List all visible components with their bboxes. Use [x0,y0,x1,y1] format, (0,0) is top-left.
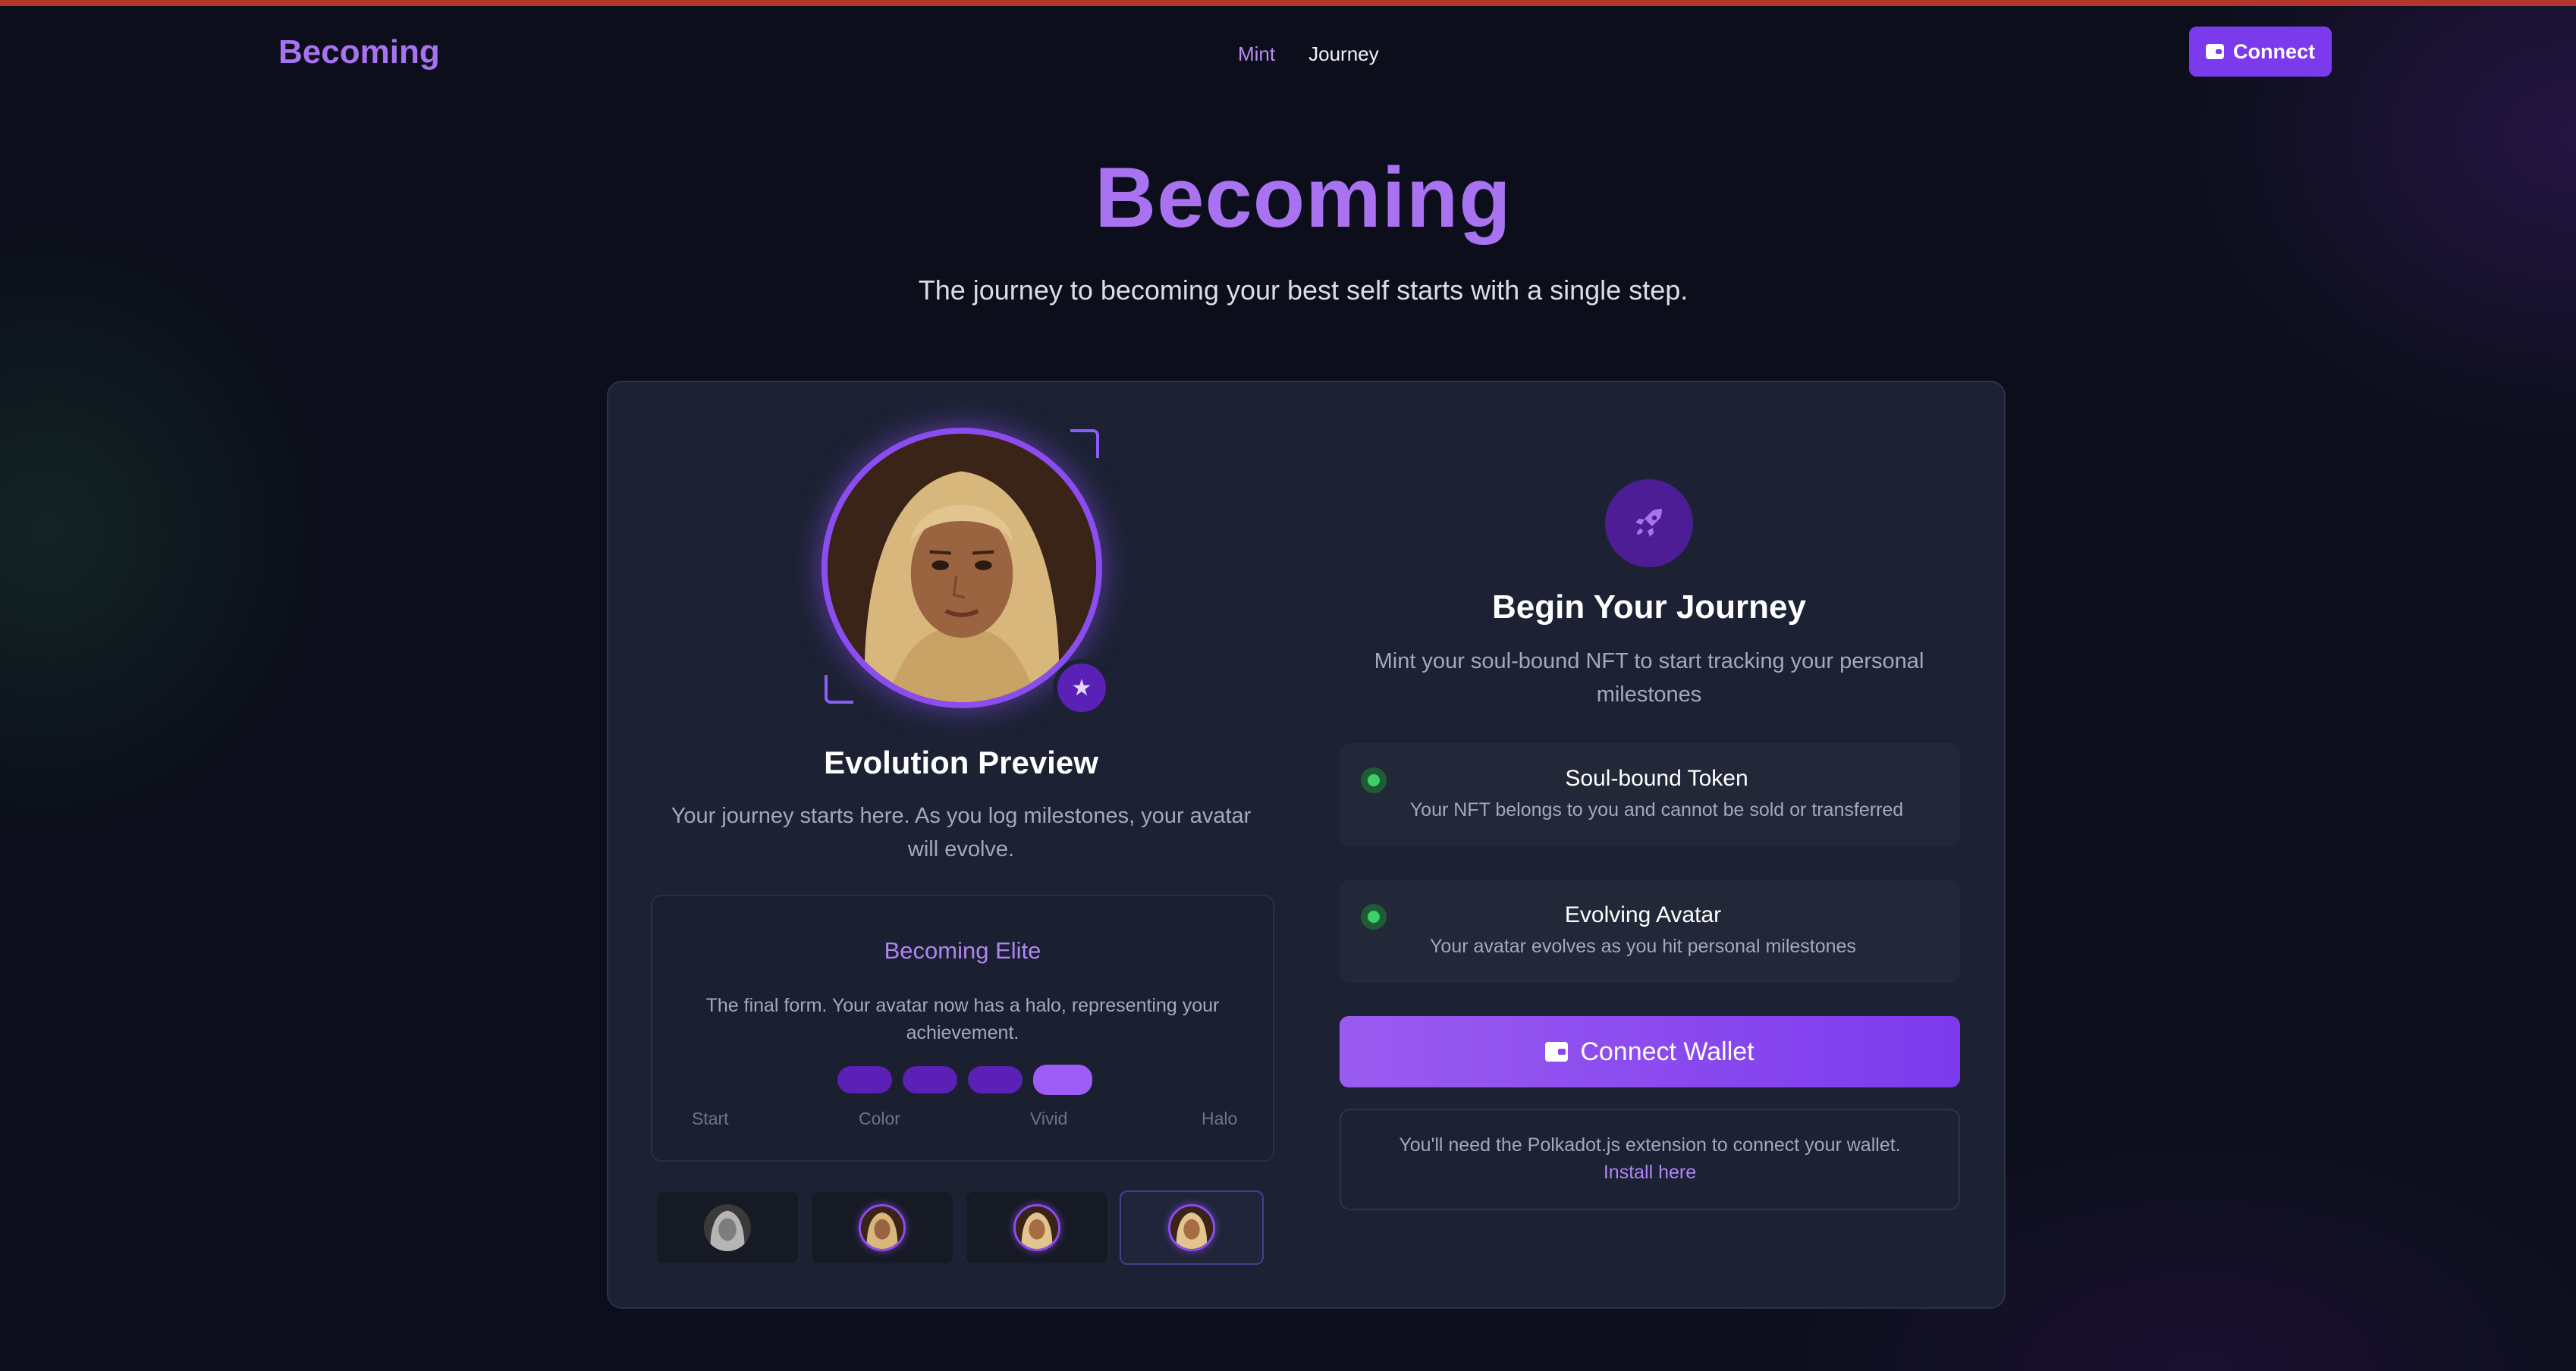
avatar-thumbnail [704,1204,751,1251]
extension-note: You'll need the Polkadot.js extension to… [1340,1109,1960,1210]
progress-pill-current [1033,1065,1092,1095]
thumbnail-vivid[interactable] [965,1191,1109,1265]
connect-wallet-button[interactable]: Connect Wallet [1340,1016,1960,1087]
avatar-thumbnail [1168,1204,1215,1251]
stage-label-start: Start [692,1109,729,1128]
feature-title: Soul-bound Token [1565,766,1748,791]
install-link[interactable]: Install here [1604,1162,1696,1183]
wallet-icon [2206,44,2224,59]
feature-soul-bound: Soul-bound Token Your NFT belongs to you… [1340,743,1960,846]
feature-title: Evolving Avatar [1564,902,1722,927]
extension-note-text: You'll need the Polkadot.js extension to… [1387,1131,1913,1186]
begin-journey-description: Mint your soul-bound NFT to start tracki… [1374,649,1924,707]
feature-evolving-avatar: Evolving Avatar Your avatar evolves as y… [1340,880,1960,983]
stage-label-vivid: Vivid [1030,1109,1068,1128]
avatar-image [821,428,1102,708]
hero-title: Becoming [1095,150,1512,245]
begin-journey-title: Begin Your Journey [1491,588,1806,626]
progress-pill [903,1066,957,1093]
avatar-preview: ★ [821,428,1111,717]
frame-corner-top-right [1070,429,1099,458]
mint-card: ★ Evolution Preview Your journey starts … [607,381,2006,1309]
stage-label-halo: Halo [1202,1109,1238,1128]
avatar-thumbnail [859,1204,906,1251]
progress-pill [837,1066,892,1093]
top-navbar: Becoming Mint Journey Connect [0,6,2576,97]
nav-links: Mint Journey [1238,42,1379,66]
connect-button[interactable]: Connect [2189,27,2332,77]
frame-corner-bottom-left [825,675,853,704]
connect-button-label: Connect [2233,39,2315,63]
evolution-preview-title: Evolution Preview [824,745,1098,780]
avatar-thumbnail [1013,1204,1060,1251]
stage-progress [837,1065,1092,1095]
star-icon: ★ [1053,659,1111,717]
progress-pill [968,1066,1023,1093]
rocket-icon [1605,479,1693,567]
stage-description: The final form. Your avatar now has a ha… [705,995,1220,1043]
nav-link-journey[interactable]: Journey [1308,42,1379,66]
thumbnail-halo[interactable] [1120,1191,1264,1265]
feature-description: Your avatar evolves as you hit personal … [1430,936,1856,957]
stage-info-panel: Becoming Elite The final form. Your avat… [651,895,1274,1162]
thumbnail-start[interactable] [655,1191,800,1265]
thumbnail-color[interactable] [810,1191,954,1265]
connect-wallet-label: Connect Wallet [1580,1037,1755,1066]
stage-labels: Start Color Vivid Halo [652,1109,1273,1131]
window-top-strip [0,0,2576,6]
nav-link-mint[interactable]: Mint [1238,42,1275,66]
stage-thumbnails [655,1191,1264,1265]
brand-logo[interactable]: Becoming [278,33,440,71]
evolution-preview-description: Your journey starts here. As you log mil… [671,804,1252,861]
stage-label-color: Color [859,1109,900,1128]
hero-subtitle: The journey to becoming your best self s… [918,275,1689,306]
extension-note-prefix: You'll need the Polkadot.js extension to… [1399,1134,1901,1156]
wallet-icon [1545,1042,1569,1062]
stage-name: Becoming Elite [884,937,1041,964]
feature-description: Your NFT belongs to you and cannot be so… [1409,799,1904,820]
